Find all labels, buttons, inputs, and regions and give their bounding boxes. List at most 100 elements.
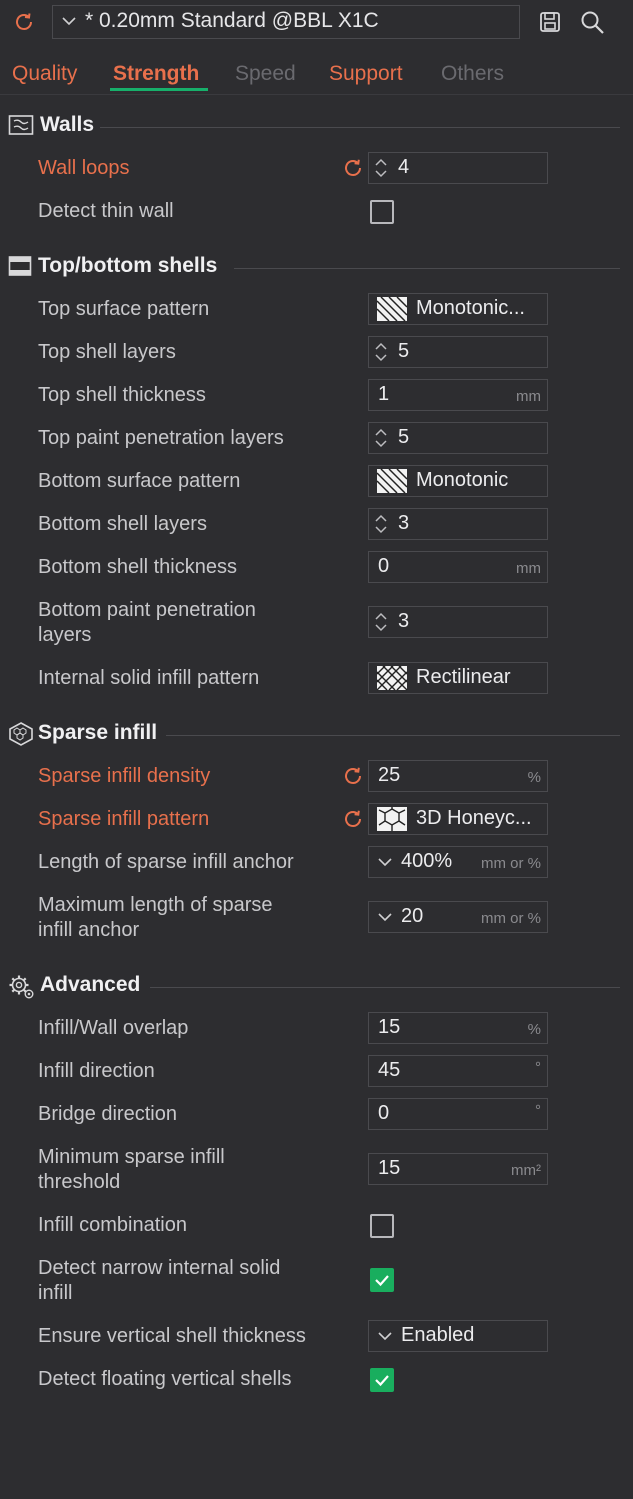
anchor-length-label: Length of sparse infill anchor [38,851,294,873]
save-icon[interactable] [539,11,561,33]
infill-direction-input[interactable]: 45 ° [368,1055,548,1087]
anchor-max-combo[interactable]: 20 mm or % [368,901,548,933]
spinner-arrows-icon[interactable] [374,156,388,180]
sparse-density-input[interactable]: 25 % [368,760,548,792]
top-paint-penetration-spinner[interactable]: 5 [368,422,548,454]
section-title: Sparse infill [38,721,158,744]
tab-others[interactable]: Others [441,62,504,86]
top-surface-pattern-select[interactable]: Monotonic... [368,293,548,325]
section-title: Top/bottom shells [38,254,218,277]
detect-narrow-solid-label-line2: infill [38,1282,73,1304]
field-value: 15 [378,1016,401,1038]
spinner-arrows-icon[interactable] [374,426,388,450]
min-sparse-threshold-input[interactable]: 15 mm² [368,1153,548,1185]
top-shell-layers-spinner[interactable]: 5 [368,336,548,368]
sparse-density-label: Sparse infill density [38,765,211,787]
bottom-paint-penetration-label-line2: layers [38,624,92,646]
rectilinear-pattern-icon [376,665,408,691]
top-surface-pattern-label: Top surface pattern [38,298,210,320]
field-value: 0 [378,1102,390,1124]
sparse-pattern-select[interactable]: 3D Honeyc... [368,803,548,835]
anchor-length-combo[interactable]: 400% mm or % [368,846,548,878]
section-sparse-infill: Sparse infill [8,719,620,749]
section-divider [100,127,620,128]
bottom-shell-layers-spinner[interactable]: 3 [368,508,548,540]
chevron-down-icon[interactable] [377,912,393,922]
section-divider [150,987,620,988]
unit-label: % [527,1021,541,1038]
field-value: 20 [401,905,424,927]
reset-icon[interactable] [342,808,364,830]
bottom-shell-layers-label: Bottom shell layers [38,513,207,535]
field-value: 4 [398,156,410,178]
gears-icon [9,975,34,999]
detect-narrow-solid-checkbox[interactable] [370,1268,394,1292]
tab-strength[interactable]: Strength [113,62,199,86]
anchor-max-label: Maximum length of sparse [38,894,273,916]
chevron-down-icon[interactable] [377,857,393,867]
infill-combination-label: Infill combination [38,1214,187,1236]
unit-label: % [527,769,541,786]
tab-support[interactable]: Support [329,62,403,86]
search-icon[interactable] [580,10,606,36]
preset-bar: * 0.20mm Standard @BBL X1C [0,0,633,44]
infill-wall-overlap-label: Infill/Wall overlap [38,1017,189,1039]
detect-narrow-solid-label: Detect narrow internal solid [38,1257,281,1279]
section-walls: Walls [8,111,620,141]
field-value: 3D Honeyc... [416,807,532,829]
field-value: Monotonic... [416,297,525,319]
bottom-shell-thickness-input[interactable]: 0 mm [368,551,548,583]
infill-combination-checkbox[interactable] [370,1214,394,1238]
wall-loops-spinner[interactable]: 4 [368,152,548,184]
unit-label: mm [516,388,541,405]
field-value: 5 [398,340,410,362]
infill-wall-overlap-input[interactable]: 15 % [368,1012,548,1044]
tab-speed[interactable]: Speed [235,62,296,86]
unit-label: mm² [511,1162,541,1179]
bottom-paint-penetration-spinner[interactable]: 3 [368,606,548,638]
monotonic-pattern-icon [376,296,408,322]
internal-solid-infill-select[interactable]: Rectilinear [368,662,548,694]
preset-select[interactable]: * 0.20mm Standard @BBL X1C [52,5,520,39]
field-value: 0 [378,555,390,577]
unit-label: mm or % [481,910,541,927]
section-advanced: Advanced [8,971,620,1001]
bottom-shell-thickness-label: Bottom shell thickness [38,556,237,578]
field-value: Enabled [401,1324,475,1346]
field-value: 15 [378,1157,401,1179]
tab-quality[interactable]: Quality [12,62,77,86]
spinner-arrows-icon[interactable] [374,512,388,536]
unit-label: mm or % [481,855,541,872]
detect-thin-wall-checkbox[interactable] [370,200,394,224]
reset-icon[interactable] [342,765,364,787]
undo-icon[interactable] [12,10,36,34]
chevron-down-icon [62,17,76,26]
section-title: Advanced [40,973,141,996]
anchor-max-label-line2: infill anchor [38,919,140,941]
detect-floating-shells-checkbox[interactable] [370,1368,394,1392]
spinner-arrows-icon[interactable] [374,340,388,364]
honeycomb-icon [9,722,33,746]
top-shell-thickness-input[interactable]: 1 mm [368,379,548,411]
tab-bar: Quality Strength Speed Support Others [0,56,633,95]
walls-icon [8,115,34,135]
field-value: 5 [398,426,410,448]
detect-thin-wall-label: Detect thin wall [38,200,174,222]
preset-name: * 0.20mm Standard @BBL X1C [85,9,379,32]
reset-icon[interactable] [342,157,364,179]
active-tab-indicator [110,88,208,91]
unit-label: ° [535,1059,541,1076]
bottom-surface-pattern-select[interactable]: Monotonic [368,465,548,497]
ensure-vertical-shell-select[interactable]: Enabled [368,1320,548,1352]
bridge-direction-input[interactable]: 0 ° [368,1098,548,1130]
section-title: Walls [40,113,95,136]
field-value: 1 [378,383,390,405]
field-value: Rectilinear [416,666,511,688]
infill-direction-label: Infill direction [38,1060,155,1082]
checkmark-icon [375,1375,389,1387]
chevron-down-icon[interactable] [377,1331,393,1341]
unit-label: ° [535,1102,541,1119]
field-value: 25 [378,764,401,786]
section-divider [234,268,620,269]
spinner-arrows-icon[interactable] [374,610,388,634]
